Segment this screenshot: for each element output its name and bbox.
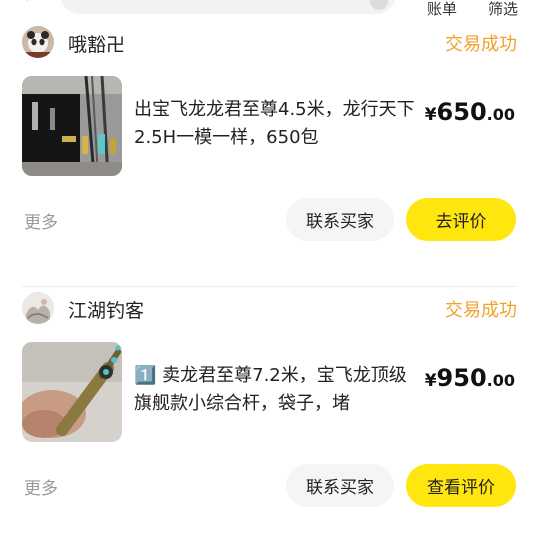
clear-icon[interactable] [370, 0, 388, 10]
price-decimal: .00 [486, 371, 515, 390]
back-arrow-icon[interactable] [22, 0, 38, 6]
rate-button[interactable]: 去评价 [406, 198, 516, 241]
top-bar: 账单 筛选 [0, 0, 539, 18]
more-button[interactable]: 更多 [24, 474, 58, 499]
order-status: 交易成功 [445, 34, 517, 55]
bill-button[interactable]: 账单 [427, 0, 457, 19]
price-decimal: .00 [486, 105, 515, 124]
product-price: ¥950.00 [425, 364, 515, 392]
product-image[interactable] [22, 342, 122, 442]
seller-row: 江湖钓客 交易成功 [22, 288, 517, 328]
order-card[interactable]: 江湖钓客 交易成功 1️⃣ 卖龙君至尊7.2米，宝飞龙顶级旗舰款小综合杆，袋子，… [0, 288, 539, 530]
price-currency: ¥ [424, 105, 437, 125]
product-title[interactable]: 1️⃣ 卖龙君至尊7.2米，宝飞龙顶级旗舰款小综合杆，袋子，堵 [134, 362, 424, 418]
divider [22, 286, 517, 287]
seller-name[interactable]: 江湖钓客 [68, 296, 144, 323]
contact-buyer-button[interactable]: 联系买家 [286, 198, 394, 241]
order-status: 交易成功 [445, 300, 517, 321]
seller-avatar[interactable] [22, 26, 54, 58]
order-card[interactable]: 哦豁卍 交易成功 出宝飞龙龙君至尊4.5米，龙行天下2.5H一模一样，650包 [0, 22, 539, 287]
seller-avatar[interactable] [22, 292, 54, 324]
filter-button[interactable]: 筛选 [488, 0, 518, 19]
product-row[interactable]: 1️⃣ 卖龙君至尊7.2米，宝飞龙顶级旗舰款小综合杆，袋子，堵 ¥950.00 [22, 342, 517, 442]
price-currency: ¥ [424, 371, 437, 391]
search-bar[interactable] [60, 0, 396, 14]
price-integer: 650 [436, 98, 487, 126]
view-review-button[interactable]: 查看评价 [406, 464, 516, 507]
product-price: ¥650.00 [425, 98, 515, 126]
more-button[interactable]: 更多 [24, 208, 58, 233]
price-integer: 950 [436, 364, 487, 392]
product-title[interactable]: 出宝飞龙龙君至尊4.5米，龙行天下2.5H一模一样，650包 [134, 96, 424, 152]
seller-row: 哦豁卍 交易成功 [22, 22, 517, 62]
product-image[interactable] [22, 76, 122, 176]
seller-name[interactable]: 哦豁卍 [68, 30, 125, 57]
product-row[interactable]: 出宝飞龙龙君至尊4.5米，龙行天下2.5H一模一样，650包 ¥650.00 [22, 76, 517, 176]
contact-buyer-button[interactable]: 联系买家 [286, 464, 394, 507]
